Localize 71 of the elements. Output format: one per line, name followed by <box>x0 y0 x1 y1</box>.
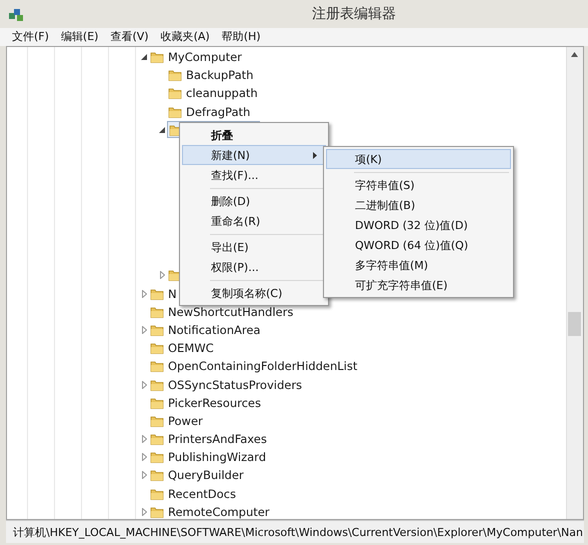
tree-item[interactable]: RemoteComputer <box>168 504 270 519</box>
tree-item[interactable]: OEMWC <box>168 341 214 356</box>
submenu-arrow-icon <box>313 152 317 158</box>
menu-item[interactable]: 查找(F)... <box>182 165 326 185</box>
folder-icon <box>150 450 164 464</box>
folder-icon <box>150 432 164 446</box>
expanded-arrow-icon[interactable] <box>159 126 165 133</box>
menu-item[interactable]: 导出(E) <box>182 237 326 257</box>
folder-icon <box>150 378 164 392</box>
expanded-arrow-icon[interactable] <box>141 54 147 60</box>
folder-icon <box>168 86 182 100</box>
scroll-up-icon[interactable] <box>571 52 578 57</box>
folder-icon <box>150 468 164 482</box>
menu-bar-item[interactable]: 文件(F) <box>6 28 55 46</box>
menu-item[interactable]: 重命名(R) <box>182 211 326 231</box>
tree-item[interactable]: N <box>168 286 177 301</box>
folder-icon <box>150 359 164 374</box>
tree-item[interactable]: QueryBuilder <box>168 468 244 482</box>
menu-item[interactable]: 多字符串值(M) <box>326 255 511 275</box>
tree-item[interactable]: BackupPath <box>186 68 254 82</box>
tree-item[interactable]: cleanuppath <box>186 86 258 100</box>
menu-item[interactable]: 折叠 <box>182 125 326 145</box>
collapsed-arrow-icon[interactable] <box>142 435 146 444</box>
collapsed-arrow-icon[interactable] <box>142 380 146 389</box>
collapsed-arrow-icon[interactable] <box>142 453 146 462</box>
tree-item[interactable]: PickerResources <box>168 396 261 410</box>
folder-icon <box>150 396 164 410</box>
menu-bar-item[interactable]: 查看(V) <box>104 28 155 46</box>
folder-icon <box>168 68 182 82</box>
menu-item[interactable]: 删除(D) <box>182 191 326 211</box>
menu-item[interactable]: QWORD (64 位)值(Q) <box>326 235 511 255</box>
tree-item[interactable]: Power <box>168 414 203 428</box>
status-path: 计算机\HKEY_LOCAL_MACHINE\SOFTWARE\Microsoft\Windows\CurrentVersion\Explorer\MyComputer\Nan <box>6 520 584 543</box>
menu-item[interactable]: 二进制值(B) <box>326 195 511 215</box>
registry-cubes-icon <box>8 6 24 22</box>
collapsed-arrow-icon[interactable] <box>142 290 146 298</box>
folder-icon <box>150 414 164 428</box>
folder-icon <box>150 322 164 337</box>
tree-item[interactable]: PrintersAndFaxes <box>168 432 267 446</box>
collapsed-arrow-icon[interactable] <box>142 508 146 516</box>
menu-bar-item[interactable]: 编辑(E) <box>54 28 104 46</box>
collapsed-arrow-icon[interactable] <box>142 471 146 480</box>
tree-item[interactable]: DefragPath <box>186 104 250 119</box>
menu-item[interactable]: DWORD (32 位)值(D) <box>326 215 511 235</box>
tree-item[interactable]: NewShortcutHandlers <box>168 304 294 319</box>
folder-icon <box>150 286 164 301</box>
folder-icon <box>150 341 164 356</box>
folder-icon <box>168 104 182 119</box>
tree-item[interactable]: RecentDocs <box>168 486 236 501</box>
menu-item[interactable]: 可扩充字符串值(E) <box>326 275 511 295</box>
collapsed-arrow-icon[interactable] <box>142 326 146 334</box>
tree-item[interactable]: OSSyncStatusProviders <box>168 378 302 392</box>
folder-icon <box>150 486 164 501</box>
menu-item[interactable]: 新建(N) <box>182 145 326 165</box>
tree-item[interactable]: NotificationArea <box>168 322 260 337</box>
folder-icon <box>150 50 164 64</box>
menu-item[interactable]: 权限(P)... <box>182 257 326 277</box>
menu-item[interactable]: 项(K) <box>326 149 511 169</box>
collapsed-arrow-icon[interactable] <box>160 271 164 280</box>
folder-icon <box>150 504 164 519</box>
menu-bar-item[interactable]: 收藏夹(A) <box>154 28 216 46</box>
menu-bar-item[interactable]: 帮助(H) <box>216 28 267 46</box>
folder-icon <box>150 304 164 319</box>
vertical-scrollbar[interactable] <box>566 47 583 519</box>
menu-item[interactable]: 复制项名称(C) <box>182 283 326 303</box>
scroll-thumb[interactable] <box>568 312 581 336</box>
tree-item[interactable]: OpenContainingFolderHiddenList <box>168 359 358 374</box>
window-title: 注册表编辑器 <box>311 5 397 23</box>
tree-item[interactable]: PublishingWizard <box>168 450 266 464</box>
menu-item[interactable]: 字符串值(S) <box>326 175 511 195</box>
tree-item[interactable]: MyComputer <box>168 50 242 64</box>
